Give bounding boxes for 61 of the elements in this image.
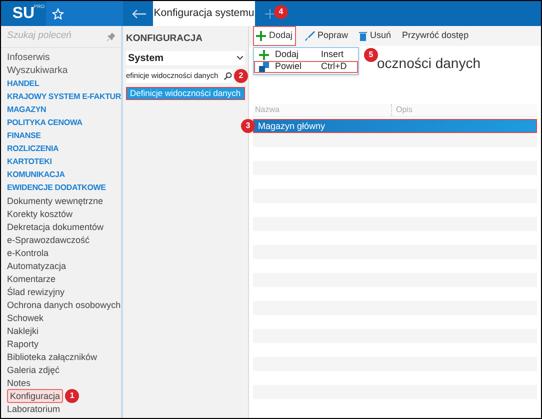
brush-icon <box>304 31 315 41</box>
logo: SU <box>12 6 35 22</box>
trash-icon <box>359 31 368 41</box>
toolbar-button[interactable]: Usuń <box>357 26 394 46</box>
sidebar-item[interactable]: Naklejki <box>7 324 39 336</box>
table-row[interactable]: Magazyn główny <box>253 119 537 133</box>
sidebar-item[interactable]: Komentarze <box>7 272 56 284</box>
sidebar-item[interactable]: Galeria zdjęć <box>7 364 60 376</box>
toolbar-button[interactable]: Popraw <box>302 26 350 46</box>
sidebar-item[interactable]: Ochrona danych osobowych <box>7 298 121 310</box>
sidebar-item[interactable]: FINANSE <box>7 130 41 142</box>
sidebar-item[interactable]: KARTOTEKI <box>7 156 52 168</box>
sidebar-item[interactable]: Raporty <box>7 338 39 350</box>
search-icon[interactable] <box>224 72 232 80</box>
sidebar-item[interactable]: HANDEL <box>7 78 40 90</box>
back-arrow-icon[interactable] <box>132 8 146 18</box>
sidebar-item[interactable]: e-Kontrola <box>7 246 49 258</box>
sidebar-item[interactable]: Korekty kosztów <box>7 208 73 220</box>
copy-icon <box>259 62 269 72</box>
sidebar-item[interactable]: Laboratorium <box>7 402 60 414</box>
shortcut-label: Insert <box>321 48 344 62</box>
tab[interactable]: Konfiguracja systemu <box>153 1 255 26</box>
step-badge: 1 <box>65 388 80 402</box>
pin-icon[interactable] <box>107 32 115 40</box>
sidebar-item[interactable]: Notes <box>7 376 31 388</box>
sidebar-item[interactable]: Ślad rewizyjny <box>7 286 65 298</box>
sidebar-item[interactable]: ROZLICZENIA <box>7 142 59 154</box>
sidebar-item[interactable]: Konfiguracja <box>7 388 64 402</box>
table-cell: Magazyn główny <box>258 120 326 132</box>
step-badge: 4 <box>274 5 288 19</box>
sidebar-item[interactable]: Automatyzacja <box>7 260 66 272</box>
chevron-down-icon <box>237 56 243 60</box>
sidebar-item[interactable]: Biblioteka załączników <box>7 350 98 362</box>
sidebar-item[interactable]: e-Sprawozdawczość <box>7 234 90 246</box>
step-badge: 5 <box>364 48 378 62</box>
plus-icon <box>256 31 266 41</box>
sidebar-item[interactable]: Dekretacja dokumentów <box>7 220 104 232</box>
step-badge: 2 <box>234 69 248 83</box>
sidebar-item[interactable]: EWIDENCJE DODATKOWE <box>7 182 106 194</box>
sidebar-item[interactable]: MAGAZYN <box>7 104 46 116</box>
new-tab-icon[interactable] <box>265 8 275 18</box>
toolbar-button[interactable]: Przywróć dostęp <box>400 26 471 46</box>
search-field[interactable]: Szukaj poleceń <box>7 29 103 44</box>
star-icon[interactable] <box>52 8 64 20</box>
sidebar-item[interactable]: KRAJOWY SYSTEM E-FAKTUR <box>7 90 121 102</box>
system-dropdown[interactable]: System <box>126 51 245 65</box>
toolbar-button[interactable]: Dodaj <box>253 26 296 46</box>
sidebar-item[interactable]: Schowek <box>7 312 44 324</box>
panel-title: KONFIGURACJA <box>126 33 204 45</box>
menu-item[interactable]: Powiel Ctrl+D <box>254 61 358 73</box>
menu-item-label: Dodaj <box>275 48 300 62</box>
sidebar-item[interactable]: Wyszukiwarka <box>7 64 68 76</box>
shortcut-label: Ctrl+D <box>321 60 347 74</box>
menu-item-label: Powiel <box>275 60 303 74</box>
sidebar-item[interactable]: POLITYKA CENOWA <box>7 116 82 128</box>
plus-icon <box>259 50 269 60</box>
menu-item[interactable]: Dodaj Insert <box>254 49 358 61</box>
sidebar-item[interactable]: KOMUNIKACJA <box>7 168 65 180</box>
page-heading: oczności danych <box>377 54 481 73</box>
sidebar-item[interactable]: Infoserwis <box>7 52 50 64</box>
sidebar-item[interactable]: Dokumenty wewnętrzne <box>7 194 104 206</box>
